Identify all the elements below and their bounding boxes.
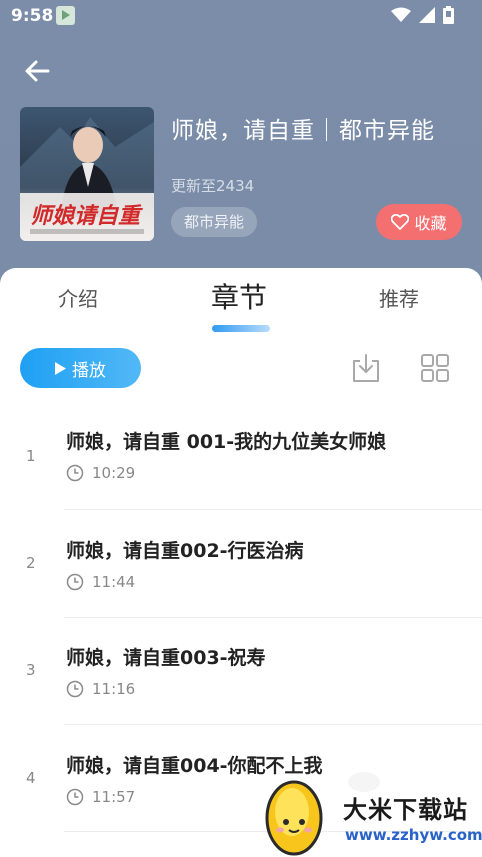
chapter-title: 师娘，请自重 001-我的九位美女师娘 xyxy=(66,431,387,453)
app-notification-icon xyxy=(56,6,75,25)
clock-icon xyxy=(66,680,84,698)
update-status: 更新至2434 xyxy=(171,177,255,195)
watermark-url: www.zzhyw.com xyxy=(345,826,482,844)
chapter-row[interactable]: 1 师娘，请自重 001-我的九位美女师娘 10:29 xyxy=(0,400,482,508)
book-title: 师娘，请自重｜都市异能 xyxy=(171,118,435,144)
clock-icon xyxy=(66,573,84,591)
duration-text: 11:57 xyxy=(92,788,136,806)
chapter-title: 师娘，请自重002-行医治病 xyxy=(66,540,304,562)
chapter-duration: 11:44 xyxy=(66,573,135,591)
grid-view-icon[interactable] xyxy=(420,353,450,383)
chapter-duration: 11:16 xyxy=(66,680,135,698)
chapter-duration: 10:29 xyxy=(66,464,135,482)
favorite-button[interactable]: 收藏 xyxy=(376,204,462,240)
chapter-index: 4 xyxy=(26,769,36,787)
battery-icon xyxy=(443,6,454,24)
tab-chapters[interactable]: 章节 xyxy=(211,276,267,316)
clock-icon xyxy=(66,464,84,482)
duration-text: 11:44 xyxy=(92,573,136,591)
status-bar: 9:58 xyxy=(0,0,482,34)
chapter-row[interactable]: 2 师娘，请自重002-行医治病 11:44 xyxy=(0,509,482,617)
chapter-index: 1 xyxy=(26,447,36,465)
status-icons xyxy=(391,6,454,24)
play-all-button[interactable]: 播放 xyxy=(20,348,141,388)
tab-recommend[interactable]: 推荐 xyxy=(379,283,419,312)
heart-icon xyxy=(391,214,410,230)
chapter-index: 3 xyxy=(26,661,36,679)
download-icon[interactable] xyxy=(350,352,382,384)
wifi-icon xyxy=(391,7,411,22)
cover-title-art: 师娘请自重 xyxy=(30,203,143,229)
play-label: 播放 xyxy=(72,360,106,381)
clock-icon xyxy=(66,788,84,806)
genre-tag[interactable]: 都市异能 xyxy=(171,207,258,237)
book-cover: 师娘请自重 xyxy=(20,107,154,241)
watermark-title: 大米下载站 xyxy=(343,796,468,824)
play-icon xyxy=(55,361,66,375)
tab-intro[interactable]: 介绍 xyxy=(58,283,98,312)
chapter-title: 师娘，请自重003-祝寿 xyxy=(66,647,266,669)
status-time: 9:58 xyxy=(11,6,54,26)
signal-icon xyxy=(419,7,435,23)
chapter-duration: 11:57 xyxy=(66,788,135,806)
duration-text: 11:16 xyxy=(92,680,136,698)
chapter-row[interactable]: 3 师娘，请自重003-祝寿 11:16 xyxy=(0,617,482,725)
favorite-label: 收藏 xyxy=(414,214,447,233)
duration-text: 10:29 xyxy=(92,464,136,482)
chapter-index: 2 xyxy=(26,554,36,572)
active-tab-indicator xyxy=(212,325,270,332)
back-arrow-icon[interactable] xyxy=(22,56,52,86)
